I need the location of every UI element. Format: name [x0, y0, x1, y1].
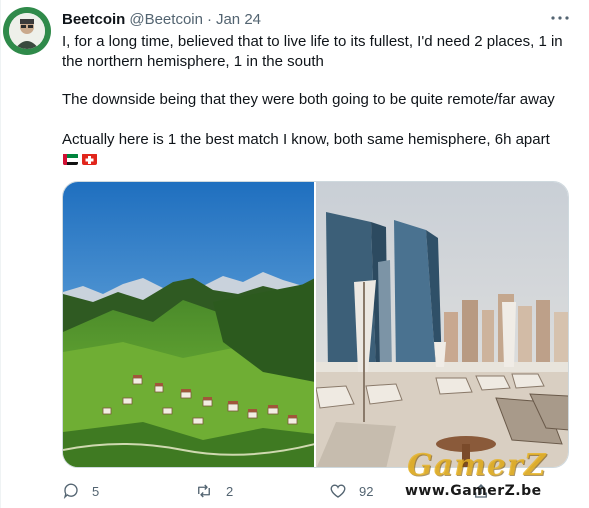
- reply-count: 5: [92, 483, 100, 499]
- tweet-actions: 5 2 92: [62, 481, 572, 501]
- retweet-button[interactable]: 2: [194, 481, 233, 501]
- author-handle[interactable]: @Beetcoin: [129, 11, 203, 28]
- switzerland-flag-icon: [82, 153, 97, 165]
- tweet-card[interactable]: Beetcoin @Beetcoin · Jan 24 I, for a lon…: [0, 0, 589, 508]
- author-name[interactable]: Beetcoin: [62, 11, 125, 28]
- tweet-header: Beetcoin @Beetcoin · Jan 24: [62, 10, 261, 28]
- avatar-portrait: [9, 13, 45, 49]
- tweet-text-line: Actually here is 1 the best match I know…: [62, 131, 550, 148]
- flag-emojis: [63, 153, 97, 165]
- reply-icon: [63, 483, 78, 500]
- like-button[interactable]: 92: [329, 481, 373, 501]
- dubai-beach-photo[interactable]: [316, 182, 568, 467]
- swiss-valley-photo[interactable]: [63, 182, 314, 467]
- avatar[interactable]: [3, 7, 51, 55]
- retweet-count: 2: [226, 483, 234, 499]
- retweet-icon: [198, 484, 210, 498]
- tweet-media[interactable]: [62, 181, 569, 468]
- tweet-text-line: the northern hemisphere, 1 in the south: [62, 53, 324, 70]
- share-button[interactable]: [472, 481, 502, 501]
- more-options-icon[interactable]: [549, 10, 571, 26]
- separator-dot: ·: [206, 10, 212, 28]
- like-count: 92: [359, 483, 374, 499]
- tweet-text-line: The downside being that they were both g…: [62, 91, 555, 108]
- tweet-text-line: I, for a long time, believed that to liv…: [62, 33, 563, 50]
- heart-icon: [330, 484, 346, 498]
- reply-button[interactable]: 5: [62, 481, 99, 501]
- tweet-date[interactable]: Jan 24: [216, 11, 261, 28]
- uae-flag-icon: [63, 153, 78, 165]
- share-icon: [475, 484, 487, 498]
